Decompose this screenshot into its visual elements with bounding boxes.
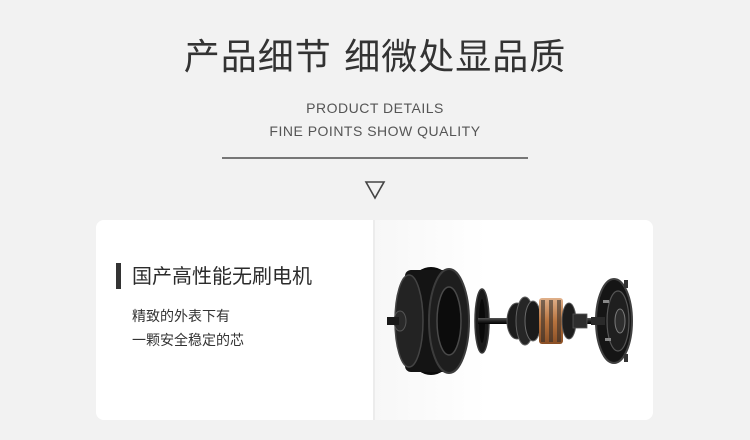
feature-description-line-2: 一颗安全稳定的芯 bbox=[132, 333, 244, 349]
section-title: 产品细节 细微处显品质 bbox=[183, 37, 567, 78]
product-details-section: 产品细节 细微处显品质 PRODUCT DETAILS FINE POINTS … bbox=[0, 0, 750, 440]
feature-text-panel: 国产高性能无刷电机 精致的外表下有 一颗安全稳定的芯 bbox=[96, 220, 373, 420]
feature-title: 国产高性能无刷电机 bbox=[132, 264, 312, 288]
section-subtitle-en-2: FINE POINTS SHOW QUALITY bbox=[269, 123, 481, 139]
feature-image-panel bbox=[375, 220, 653, 420]
down-triangle-outline-icon bbox=[364, 181, 386, 200]
feature-description-line-1: 精致的外表下有 bbox=[132, 309, 230, 325]
title-divider bbox=[222, 157, 528, 159]
feature-card: 国产高性能无刷电机 精致的外表下有 一颗安全稳定的芯 bbox=[96, 220, 653, 420]
feature-title-accent-bar bbox=[116, 263, 121, 289]
brushless-motor-exploded-image bbox=[387, 267, 633, 375]
section-subtitle-en-1: PRODUCT DETAILS bbox=[306, 100, 444, 116]
